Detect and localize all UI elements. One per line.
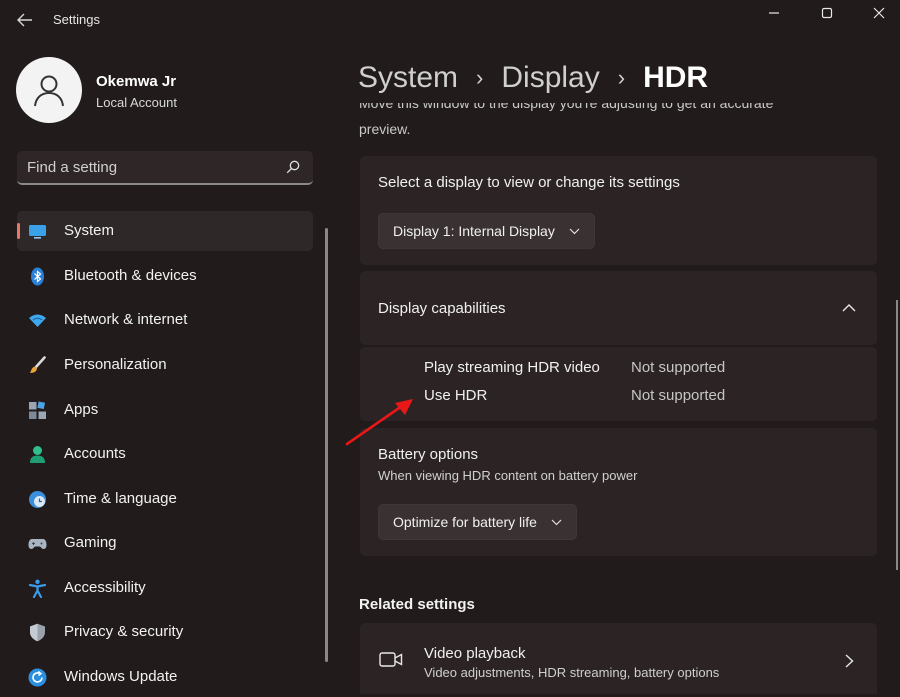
display-select-title: Select a display to view or change its s… (378, 174, 680, 191)
chevron-down-icon (569, 228, 580, 234)
chevron-right-icon (845, 654, 854, 668)
minimize-icon (769, 12, 779, 14)
avatar[interactable] (16, 57, 82, 123)
capability-label: Play streaming HDR video (424, 359, 600, 376)
close-icon (873, 7, 885, 19)
video-playback-link[interactable]: Video playback Video adjustments, HDR st… (360, 623, 877, 694)
user-name: Okemwa Jr (96, 73, 177, 90)
sidebar-item-label: Accessibility (64, 579, 146, 596)
capability-value: Not supported (631, 359, 726, 376)
battery-dropdown-value: Optimize for battery life (393, 514, 537, 530)
maximize-icon (821, 7, 833, 19)
sidebar-item-label: Network & internet (64, 311, 188, 328)
minimize-button[interactable] (754, 0, 794, 26)
page-title: HDR (643, 61, 709, 94)
sidebar-item-network[interactable]: Network & internet (17, 300, 313, 340)
sidebar-item-label: Privacy & security (64, 623, 184, 640)
sidebar-item-system[interactable]: System (17, 211, 313, 251)
sidebar-item-windows-update[interactable]: Windows Update (17, 657, 313, 697)
capability-label: Use HDR (424, 387, 488, 404)
video-icon (379, 652, 403, 667)
related-settings-title: Related settings (359, 596, 475, 613)
breadcrumb-display[interactable]: Display (501, 61, 599, 95)
battery-options-card: Battery options When viewing HDR content… (360, 428, 877, 556)
app-title: Settings (53, 12, 100, 27)
sidebar-item-accessibility[interactable]: Accessibility (17, 568, 313, 608)
update-icon (28, 668, 47, 687)
gamepad-icon (28, 539, 47, 549)
sidebar-item-accounts[interactable]: Accounts (17, 434, 313, 474)
intro-text: Move this window to the display you're a… (359, 103, 879, 141)
intro-line-2: preview. (359, 121, 411, 137)
selection-indicator (17, 223, 20, 239)
sidebar-item-label: Gaming (64, 534, 117, 551)
breadcrumb: System › Display › HDR (358, 58, 708, 98)
brush-icon (30, 356, 46, 373)
battery-options-subtitle: When viewing HDR content on battery powe… (378, 468, 638, 483)
sidebar-item-label: System (64, 222, 115, 239)
accessibility-icon (28, 579, 47, 598)
sidebar-item-bluetooth[interactable]: Bluetooth & devices (17, 256, 313, 296)
wifi-icon (29, 314, 46, 327)
main-scrollbar[interactable] (896, 300, 898, 570)
search-icon[interactable] (286, 160, 300, 174)
video-playback-subtitle: Video adjustments, HDR streaming, batter… (424, 665, 720, 680)
display-dropdown-value: Display 1: Internal Display (393, 223, 555, 239)
capabilities-title: Display capabilities (378, 300, 506, 317)
capability-value: Not supported (631, 387, 726, 404)
person-icon (30, 446, 45, 463)
maximize-button[interactable] (807, 0, 847, 26)
display-select-card: Select a display to view or change its s… (360, 156, 877, 265)
chevron-up-icon[interactable] (842, 303, 856, 312)
video-playback-label: Video playback (424, 645, 526, 662)
intro-line-1: Move this window to the display you're a… (359, 103, 774, 111)
search-box[interactable] (17, 151, 313, 185)
display-dropdown[interactable]: Display 1: Internal Display (378, 213, 595, 249)
capabilities-header[interactable]: Display capabilities (360, 271, 877, 345)
close-button[interactable] (859, 0, 899, 26)
sidebar-item-gaming[interactable]: Gaming (17, 523, 313, 563)
shield-icon (30, 623, 45, 642)
chevron-right-icon: › (476, 65, 484, 90)
display-icon (29, 225, 46, 239)
sidebar-item-privacy-security[interactable]: Privacy & security (17, 612, 313, 652)
chevron-right-icon: › (617, 65, 626, 90)
capabilities-content: Play streaming HDR video Not supported U… (360, 347, 877, 421)
sidebar-item-label: Bluetooth & devices (64, 267, 197, 284)
clock-globe-icon (29, 491, 46, 508)
sidebar-item-label: Personalization (64, 356, 167, 373)
person-icon (34, 75, 64, 107)
sidebar-item-time-language[interactable]: Time & language (17, 479, 313, 519)
apps-icon (29, 401, 46, 419)
annotation-arrow-icon (345, 399, 413, 446)
sidebar-item-label: Windows Update (64, 668, 178, 685)
sidebar-item-personalization[interactable]: Personalization (17, 345, 313, 385)
sidebar-scrollbar[interactable] (325, 228, 328, 662)
back-arrow-icon[interactable] (14, 10, 36, 30)
breadcrumb-system[interactable]: System (358, 61, 458, 95)
chevron-down-icon (551, 519, 562, 525)
sidebar-item-label: Apps (64, 401, 99, 418)
sidebar-item-apps[interactable]: Apps (17, 390, 313, 430)
battery-dropdown[interactable]: Optimize for battery life (378, 504, 577, 540)
account-type: Local Account (96, 95, 177, 110)
bluetooth-icon (31, 267, 44, 286)
search-input[interactable] (27, 151, 267, 183)
sidebar-item-label: Accounts (64, 445, 126, 462)
sidebar-item-label: Time & language (64, 490, 177, 507)
